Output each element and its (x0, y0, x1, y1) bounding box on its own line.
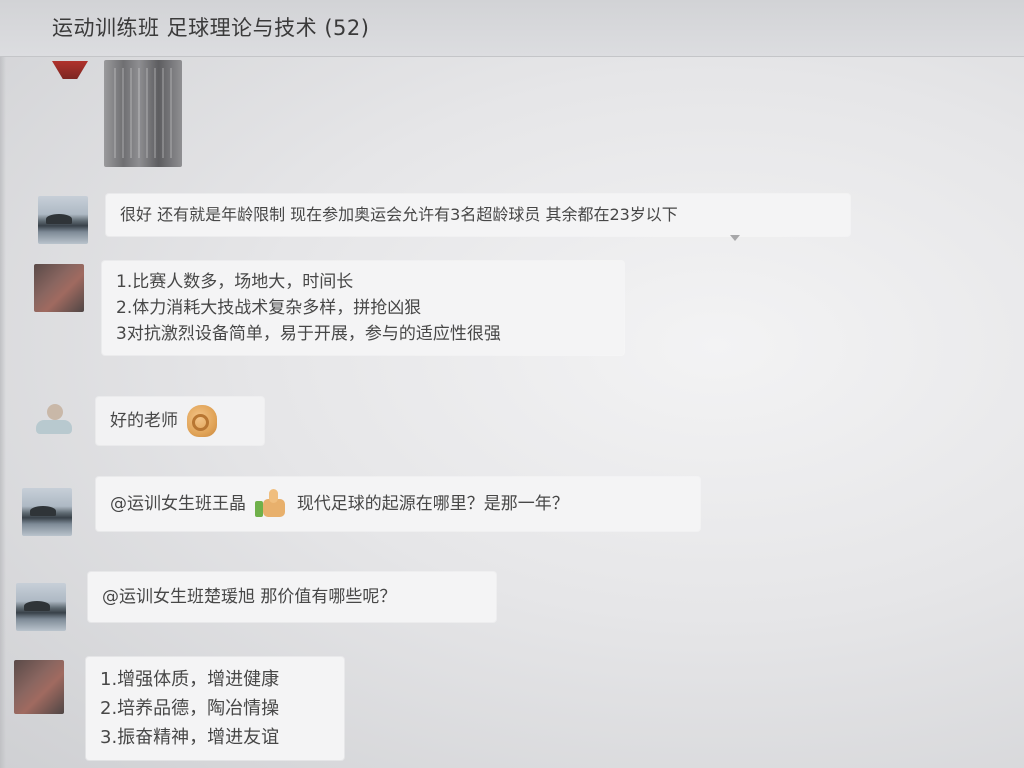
photo-avatar[interactable] (34, 264, 84, 312)
message-line: 2.体力消耗大技战术复杂多样，拼抢凶狠 (116, 298, 422, 318)
thumb-cuff (255, 501, 264, 517)
seascape-avatar[interactable] (16, 583, 66, 631)
message-bubble[interactable]: 很好 还有就是年龄限制 现在参加奥运会允许有3名超龄球员 其余都在23岁以下 (106, 194, 850, 236)
message-line: 3.振奋精神，增进友谊 (100, 727, 280, 748)
window-edge (0, 57, 6, 768)
message-bubble[interactable]: @运训女生班王晶 现代足球的起源在哪里？是那一年？ (96, 477, 700, 531)
message-text: 现代足球的起源在哪里？是那一年？ (296, 494, 569, 514)
message-text: @运训女生班楚瑗旭 那价值有哪些呢？ (102, 587, 397, 607)
thumbs-up-emoji (255, 489, 287, 519)
red-shirt-avatar[interactable] (52, 61, 88, 79)
thumb-finger (269, 489, 279, 503)
message-bubble[interactable]: @运训女生班楚瑗旭 那价值有哪些呢？ (88, 572, 496, 622)
mention-link[interactable]: @运训女生班王晶 (110, 494, 246, 514)
ok-hand-emoji (187, 405, 218, 437)
message-list[interactable]: 很好 还有就是年龄限制 现在参加奥运会允许有3名超龄球员 其余都在23岁以下 1… (0, 57, 1024, 768)
message-text: 好的老师 (110, 411, 178, 431)
chevron-down-icon[interactable] (730, 235, 740, 241)
avatar-head (47, 404, 63, 420)
message-text: 很好 还有就是年龄限制 现在参加奥运会允许有3名超龄球员 其余都在23岁以下 (120, 205, 678, 224)
message-line: 3对抗激烈设备简单，易于开展，参与的适应性很强 (116, 324, 501, 344)
photo-avatar[interactable] (14, 660, 64, 714)
chat-header: 运动训练班 足球理论与技术 (52) (0, 0, 1024, 57)
image-message[interactable] (104, 60, 182, 167)
avatar-body (36, 420, 72, 434)
chat-title: 运动训练班 足球理论与技术 (52) (52, 16, 370, 40)
message-line: 1.比赛人数多，场地大，时间长 (116, 272, 354, 292)
cartoon-avatar[interactable] (30, 402, 78, 444)
message-bubble[interactable]: 1.比赛人数多，场地大，时间长 2.体力消耗大技战术复杂多样，拼抢凶狠 3对抗激… (102, 261, 624, 355)
seascape-avatar[interactable] (22, 488, 72, 536)
message-bubble[interactable]: 好的老师 (96, 397, 264, 445)
message-bubble[interactable]: 1.增强体质，增进健康 2.培养品德，陶冶情操 3.振奋精神，增进友谊 (86, 657, 344, 760)
message-line: 1.增强体质，增进健康 (100, 669, 280, 690)
seascape-avatar[interactable] (38, 196, 88, 244)
message-line: 2.培养品德，陶冶情操 (100, 698, 280, 719)
